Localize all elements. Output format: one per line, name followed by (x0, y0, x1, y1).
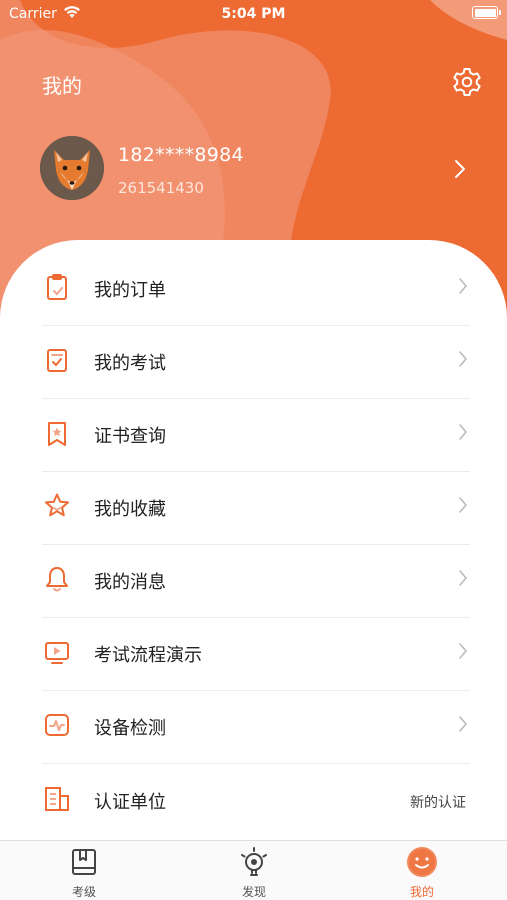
chevron-right-icon (458, 350, 468, 368)
chevron-right-icon (458, 277, 468, 295)
status-bar: Carrier 5:04 PM (0, 0, 507, 30)
tab-grading[interactable]: 考级 (34, 841, 134, 900)
building-icon (42, 784, 72, 814)
battery-icon (472, 6, 501, 19)
fox-avatar-icon (40, 136, 104, 200)
chevron-right-icon (458, 496, 468, 514)
book-icon (68, 846, 100, 878)
bookmark-star-icon (42, 418, 72, 448)
chevron-right-icon (458, 642, 468, 660)
profile-phone[interactable]: 182****8984 (118, 144, 244, 166)
chevron-right-icon (458, 569, 468, 587)
play-screen-icon (42, 637, 72, 667)
menu-item-label: 证书查询 (94, 426, 166, 447)
chevron-right-icon[interactable] (452, 158, 468, 180)
clipboard-icon (42, 272, 72, 302)
new-certification-link[interactable]: 新的认证 (410, 792, 466, 812)
menu-item-cert-unit[interactable]: 认证单位 新的认证 (42, 764, 470, 838)
page-title: 我的 (42, 74, 82, 98)
menu-item-label: 我的考试 (94, 353, 166, 374)
menu-item-device-check[interactable]: 设备检测 (42, 690, 470, 764)
exam-check-icon (42, 345, 72, 375)
avatar[interactable] (40, 136, 104, 200)
tab-mine[interactable]: 我的 (372, 841, 472, 900)
menu-item-exam-flow[interactable]: 考试流程演示 (42, 617, 470, 691)
chevron-right-icon (458, 423, 468, 441)
lightbulb-icon (238, 846, 270, 878)
menu-item-label: 设备检测 (94, 718, 166, 739)
tab-label: 考级 (71, 885, 96, 899)
menu-item-label: 考试流程演示 (94, 645, 202, 666)
chevron-right-icon (458, 715, 468, 733)
menu-item-orders[interactable]: 我的订单 (42, 252, 470, 326)
device-pulse-icon (42, 710, 72, 740)
tab-discover[interactable]: 发现 (204, 841, 304, 900)
menu-item-label: 我的消息 (94, 572, 166, 593)
menu-item-exams[interactable]: 我的考试 (42, 325, 470, 399)
bell-icon (42, 564, 72, 594)
tab-label: 我的 (409, 885, 434, 899)
menu-item-certificates[interactable]: 证书查询 (42, 398, 470, 472)
tab-bar: 考级 发现 我的 (0, 840, 507, 900)
menu-item-label: 我的收藏 (94, 499, 166, 520)
tab-label: 发现 (241, 885, 266, 899)
menu-item-label: 认证单位 (94, 792, 166, 813)
menu-item-messages[interactable]: 我的消息 (42, 544, 470, 618)
star-icon (42, 491, 72, 521)
smiley-icon (406, 846, 438, 878)
menu-item-label: 我的订单 (94, 280, 166, 301)
gear-icon[interactable] (451, 66, 483, 98)
clock-label: 5:04 PM (221, 6, 286, 22)
menu-item-favorites[interactable]: 我的收藏 (42, 471, 470, 545)
profile-user-id: 261541430 (118, 179, 204, 197)
